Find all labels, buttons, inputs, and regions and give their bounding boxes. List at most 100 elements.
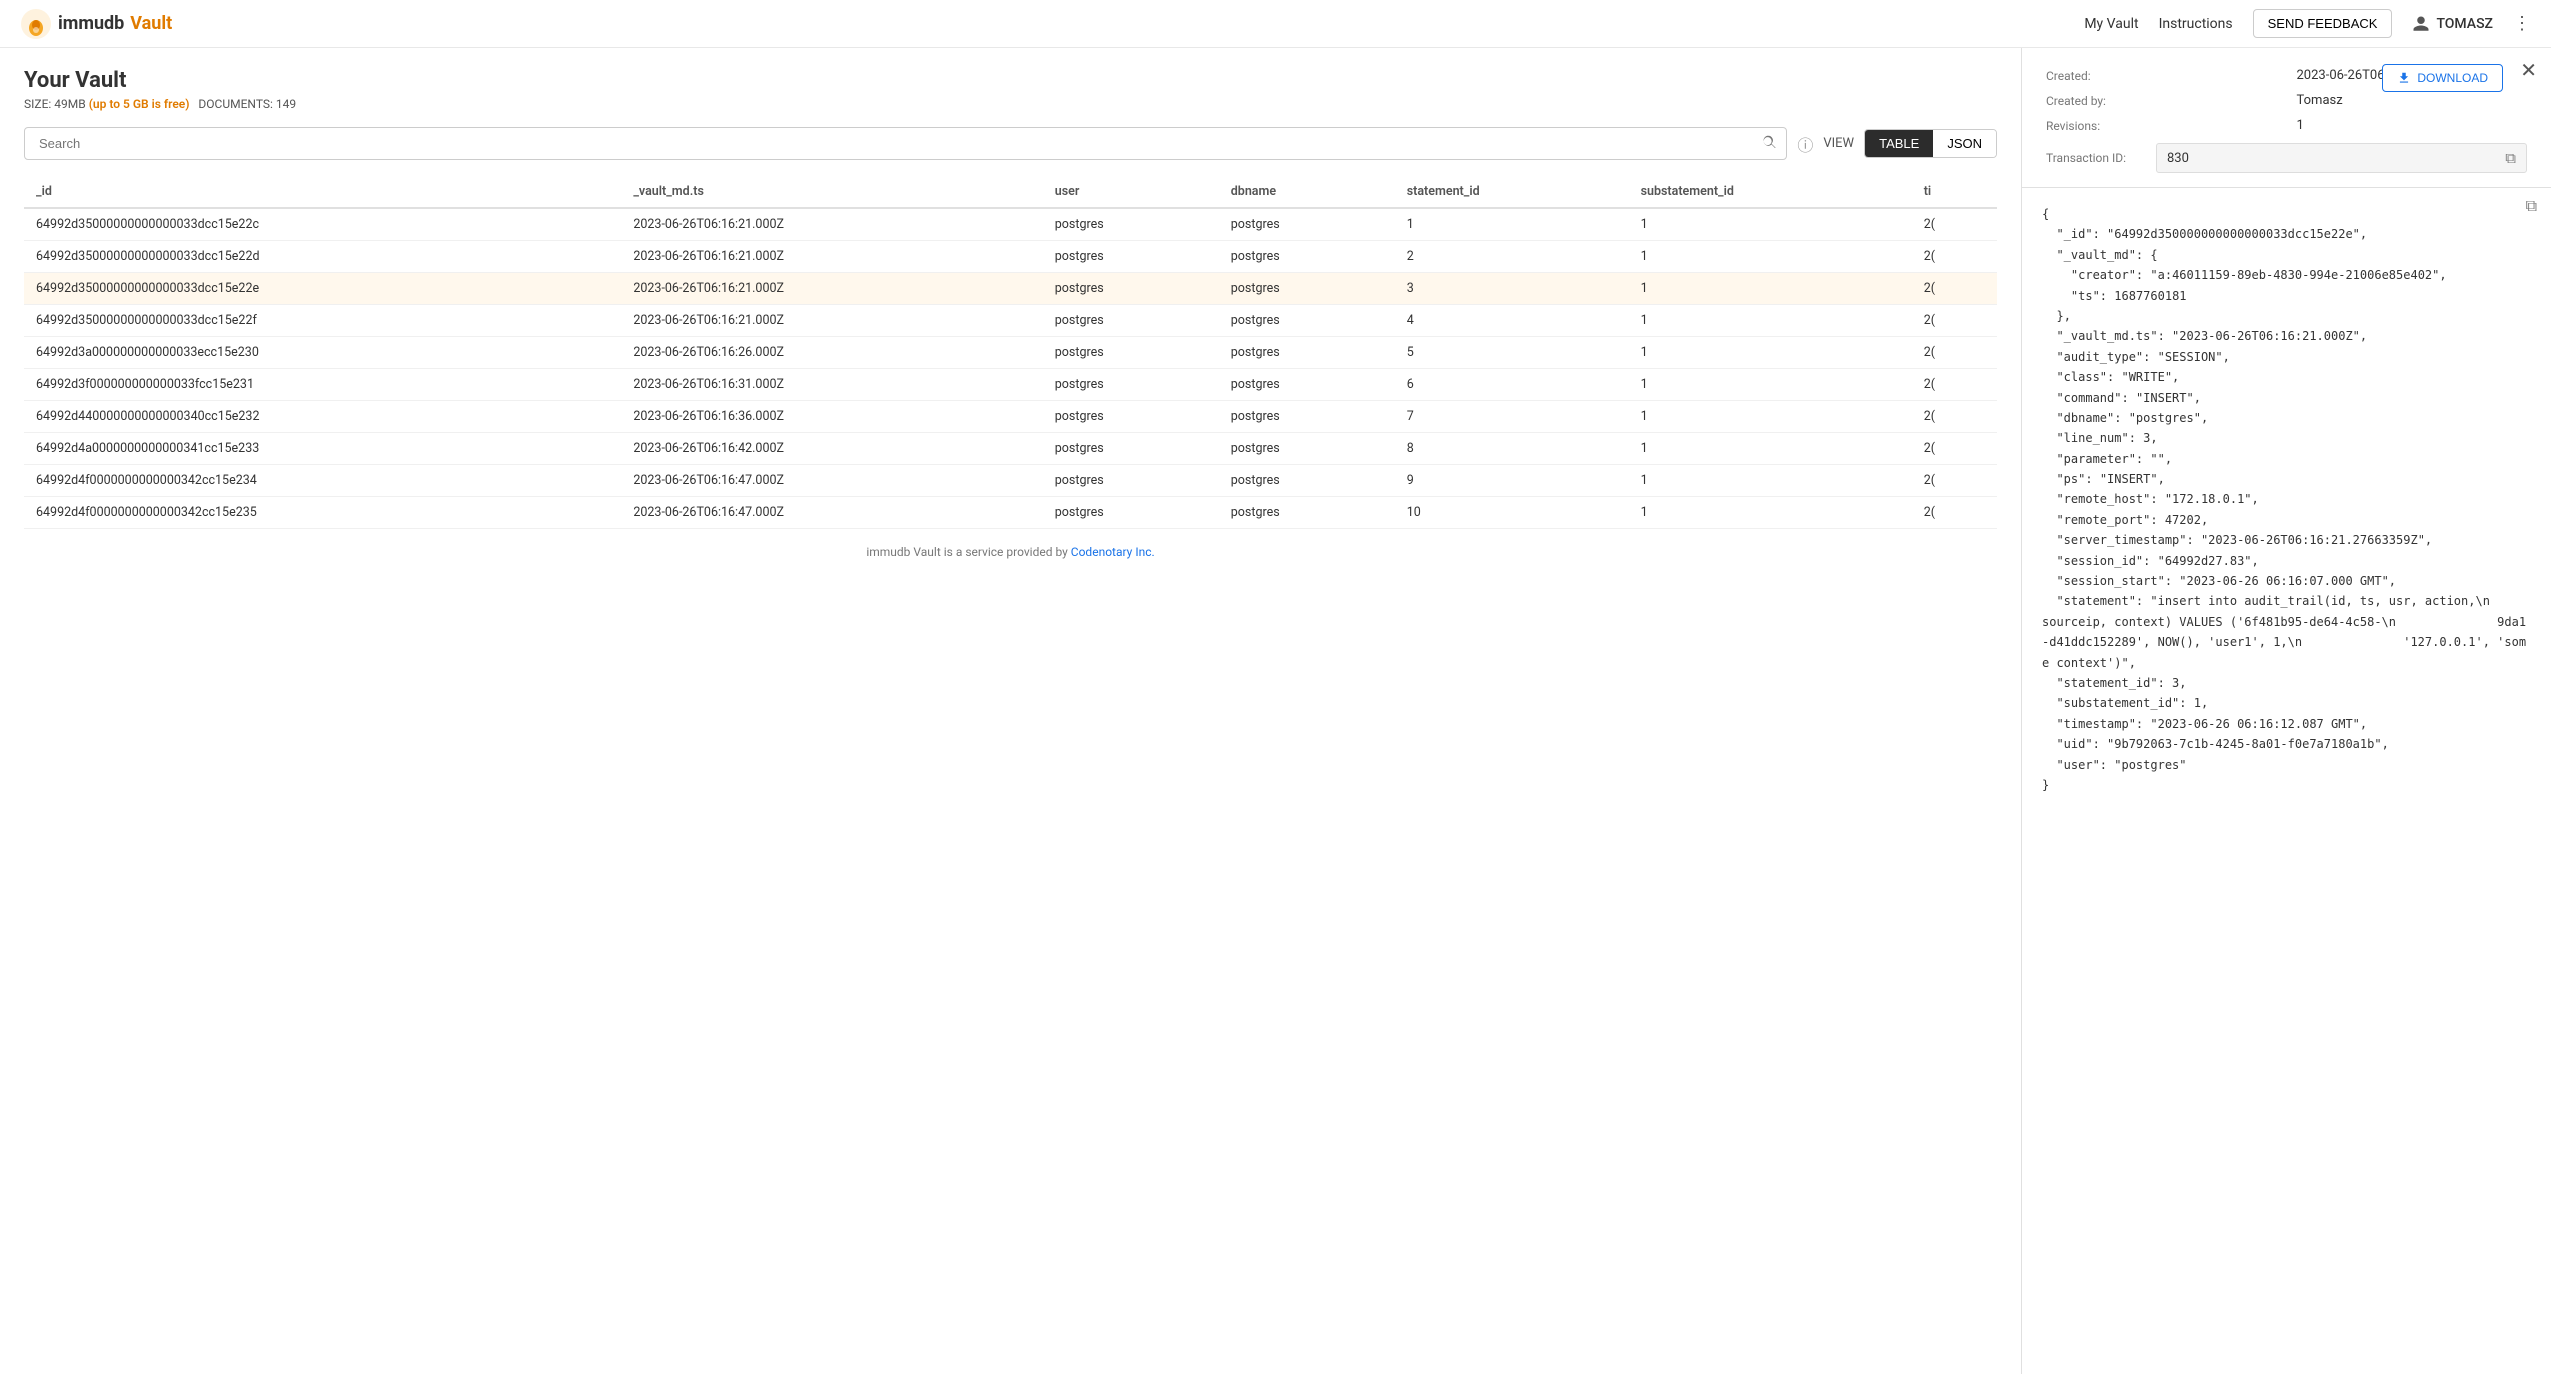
table-cell: 10	[1395, 497, 1629, 529]
col-ts: _vault_md.ts	[621, 176, 1042, 208]
table-row[interactable]: 64992d35000000000000033dcc15e22e2023-06-…	[24, 273, 1997, 305]
vault-meta: SIZE: 49MB (up to 5 GB is free) DOCUMENT…	[24, 97, 1997, 111]
table-row[interactable]: 64992d3f000000000000033fcc15e2312023-06-…	[24, 369, 1997, 401]
table-row[interactable]: 64992d440000000000000340cc15e2322023-06-…	[24, 401, 1997, 433]
table-cell: 2023-06-26T06:16:36.000Z	[621, 401, 1042, 433]
created-label: Created:	[2046, 69, 2277, 83]
table-row[interactable]: 64992d35000000000000033dcc15e22d2023-06-…	[24, 241, 1997, 273]
table-row[interactable]: 64992d4f0000000000000342cc15e2352023-06-…	[24, 497, 1997, 529]
table-cell: 64992d35000000000000033dcc15e22c	[24, 208, 621, 241]
user-name: TOMASZ	[2436, 16, 2493, 32]
table-cell: postgres	[1219, 208, 1395, 241]
table-cell: 64992d4f0000000000000342cc15e235	[24, 497, 621, 529]
table-cell: 2023-06-26T06:16:47.000Z	[621, 465, 1042, 497]
search-icon	[1761, 134, 1777, 150]
table-cell: 2(	[1912, 208, 1997, 241]
table-cell: 1	[1629, 433, 1912, 465]
my-vault-link[interactable]: My Vault	[2084, 16, 2138, 32]
download-label: DOWNLOAD	[2417, 71, 2488, 85]
download-icon	[2397, 71, 2411, 85]
table-cell: 64992d3a000000000000033ecc15e230	[24, 337, 621, 369]
top-nav: immudb Vault My Vault Instructions SEND …	[0, 0, 2551, 48]
table-cell: postgres	[1043, 208, 1219, 241]
search-input[interactable]	[24, 127, 1787, 160]
codenotary-link[interactable]: Codenotary Inc.	[1071, 545, 1155, 559]
table-cell: 2023-06-26T06:16:26.000Z	[621, 337, 1042, 369]
revisions-value: 1	[2297, 118, 2528, 133]
table-row[interactable]: 64992d3a000000000000033ecc15e2302023-06-…	[24, 337, 1997, 369]
table-cell: 2023-06-26T06:16:21.000Z	[621, 305, 1042, 337]
table-cell: 5	[1395, 337, 1629, 369]
col-ti: ti	[1912, 176, 1997, 208]
table-cell: 3	[1395, 273, 1629, 305]
table-cell: 64992d35000000000000033dcc15e22f	[24, 305, 621, 337]
table-cell: 2(	[1912, 465, 1997, 497]
table-cell: 2023-06-26T06:16:21.000Z	[621, 208, 1042, 241]
right-panel: ✕ Created: 2023-06-26T06:16:21.000Z Crea…	[2021, 48, 2551, 1374]
table-row[interactable]: 64992d4f0000000000000342cc15e2342023-06-…	[24, 465, 1997, 497]
table-cell: 4	[1395, 305, 1629, 337]
table-cell: 64992d4a0000000000000341cc15e233	[24, 433, 621, 465]
table-cell: postgres	[1043, 401, 1219, 433]
table-cell: 1	[1629, 273, 1912, 305]
table-cell: 2023-06-26T06:16:47.000Z	[621, 497, 1042, 529]
logo-icon	[20, 8, 52, 40]
footer-text: immudb Vault is a service provided by	[866, 545, 1067, 559]
created-by-label: Created by:	[2046, 94, 2277, 108]
left-panel: Your Vault SIZE: 49MB (up to 5 GB is fre…	[0, 48, 2021, 1374]
created-by-value: Tomasz	[2297, 93, 2528, 108]
download-button[interactable]: DOWNLOAD	[2382, 64, 2503, 92]
json-view-button[interactable]: JSON	[1933, 130, 1996, 157]
more-options-icon[interactable]: ⋮	[2513, 13, 2531, 34]
table-cell: 64992d4f0000000000000342cc15e234	[24, 465, 621, 497]
table-cell: 1	[1629, 401, 1912, 433]
table-cell: postgres	[1043, 305, 1219, 337]
table-cell: 2(	[1912, 337, 1997, 369]
table-row[interactable]: 64992d4a0000000000000341cc15e2332023-06-…	[24, 433, 1997, 465]
table-cell: 2(	[1912, 273, 1997, 305]
table-cell: 1	[1629, 337, 1912, 369]
logo-immudb-text: immudb	[58, 13, 124, 34]
table-cell: postgres	[1219, 401, 1395, 433]
table-cell: 2(	[1912, 433, 1997, 465]
table-cell: 9	[1395, 465, 1629, 497]
data-table: _id _vault_md.ts user dbname statement_i…	[24, 176, 1997, 529]
table-cell: 2023-06-26T06:16:31.000Z	[621, 369, 1042, 401]
table-cell: 1	[1395, 208, 1629, 241]
table-cell: postgres	[1219, 305, 1395, 337]
table-cell: 2(	[1912, 241, 1997, 273]
close-panel-button[interactable]: ✕	[2520, 58, 2537, 83]
table-cell: postgres	[1219, 465, 1395, 497]
search-bar: ⓘ VIEW TABLE JSON	[24, 127, 1997, 160]
meta-section: Created: 2023-06-26T06:16:21.000Z Create…	[2022, 48, 2551, 188]
txid-box: 830 ⧉	[2156, 143, 2527, 173]
txid-label: Transaction ID:	[2046, 151, 2146, 165]
table-view-button[interactable]: TABLE	[1865, 130, 1933, 157]
transaction-id-row: Transaction ID: 830 ⧉	[2046, 143, 2527, 173]
copy-json-button[interactable]: ⧉	[2526, 198, 2537, 216]
data-table-wrap: _id _vault_md.ts user dbname statement_i…	[24, 176, 1997, 1374]
txid-value: 830	[2167, 151, 2189, 166]
table-body: 64992d35000000000000033dcc15e22c2023-06-…	[24, 208, 1997, 529]
table-cell: 2	[1395, 241, 1629, 273]
send-feedback-button[interactable]: SEND FEEDBACK	[2253, 9, 2393, 38]
col-id: _id	[24, 176, 621, 208]
table-cell: 2023-06-26T06:16:21.000Z	[621, 273, 1042, 305]
table-cell: 7	[1395, 401, 1629, 433]
table-cell: postgres	[1043, 273, 1219, 305]
table-row[interactable]: 64992d35000000000000033dcc15e22f2023-06-…	[24, 305, 1997, 337]
copy-txid-button[interactable]: ⧉	[2505, 149, 2516, 167]
table-cell: 2023-06-26T06:16:21.000Z	[621, 241, 1042, 273]
table-cell: 6	[1395, 369, 1629, 401]
user-menu[interactable]: TOMASZ	[2412, 15, 2493, 33]
logo-vault-text: Vault	[130, 13, 172, 34]
col-user: user	[1043, 176, 1219, 208]
info-icon[interactable]: ⓘ	[1797, 132, 1813, 156]
table-cell: 2(	[1912, 401, 1997, 433]
table-row[interactable]: 64992d35000000000000033dcc15e22c2023-06-…	[24, 208, 1997, 241]
search-button[interactable]	[1761, 134, 1777, 153]
view-toggle: TABLE JSON	[1864, 129, 1997, 158]
table-cell: postgres	[1043, 241, 1219, 273]
view-label: VIEW	[1823, 136, 1854, 151]
instructions-link[interactable]: Instructions	[2159, 16, 2233, 32]
